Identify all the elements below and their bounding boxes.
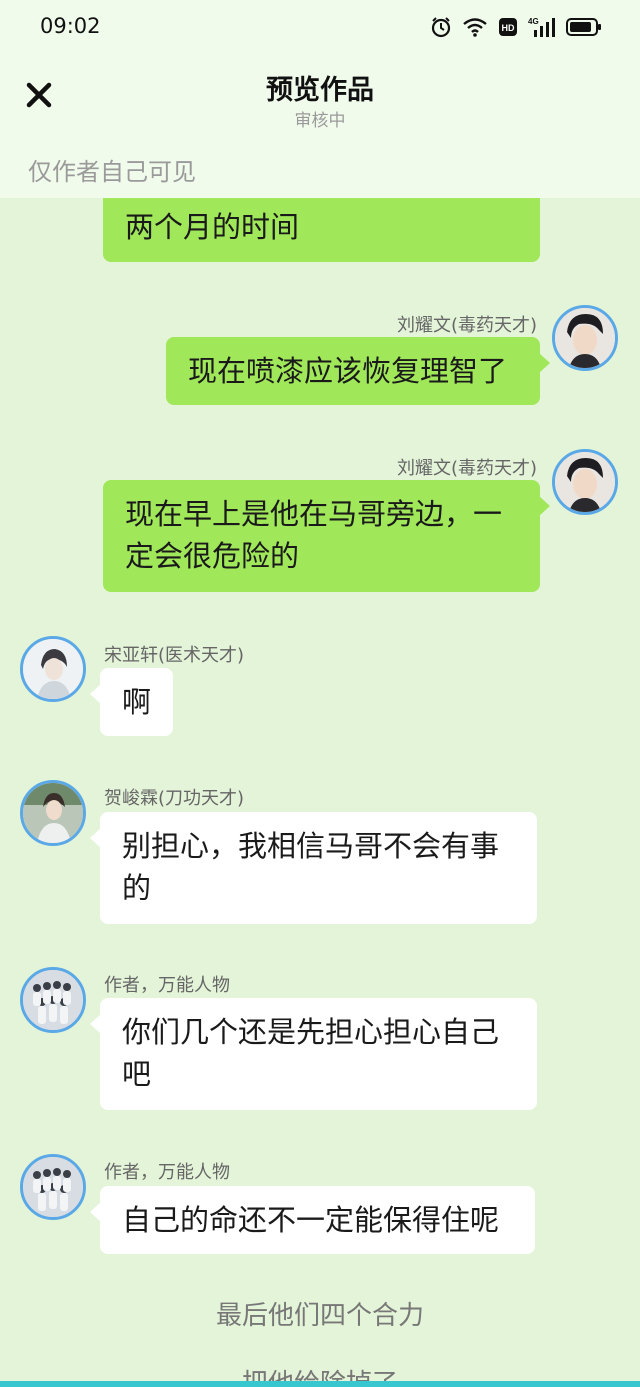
status-time: 09:02 — [40, 14, 101, 38]
message-bubble: 两个月的时间 — [103, 198, 540, 262]
avatar[interactable] — [20, 636, 86, 702]
alarm-icon — [431, 17, 451, 38]
message-text: 你们几个还是先担心担心自己吧 — [122, 1015, 500, 1091]
avatar[interactable] — [20, 1154, 86, 1220]
sender-name: 作者，万能人物 — [104, 1162, 230, 1183]
sender-name: 宋亚轩(医术天才) — [104, 645, 245, 666]
message-text: 自己的命还不一定能保得住呢 — [122, 1203, 500, 1237]
sender-name: 贺峻霖(刀功天才) — [104, 788, 245, 809]
avatar[interactable] — [20, 967, 86, 1033]
narration-line: 最后他们四个合力 — [215, 1301, 424, 1331]
message-bubble: 别担心，我相信马哥不会有事的 — [90, 812, 537, 924]
message-text: 现在喷漆应该恢复理智了 — [188, 354, 508, 388]
message-bubble: 现在早上是他在马哥旁边，一定会很危险的 — [103, 480, 550, 592]
message-text: 啊 — [122, 685, 152, 719]
message-text: 两个月的时间 — [125, 210, 300, 244]
visibility-note: 仅作者自己可见 — [28, 158, 196, 186]
sender-name: 刘耀文(毒药天才) — [396, 458, 537, 479]
battery-icon — [566, 18, 601, 36]
hd-icon: HD — [499, 18, 517, 36]
avatar[interactable] — [20, 780, 86, 846]
sender-name: 刘耀文(毒药天才) — [396, 315, 537, 336]
message-bubble: 现在喷漆应该恢复理智了 — [166, 337, 550, 405]
status-icons: HD 4G — [430, 16, 602, 38]
wifi-icon — [463, 18, 487, 37]
avatar[interactable] — [552, 305, 618, 371]
page-title: 预览作品 — [266, 75, 374, 106]
chat-area[interactable]: 两个月的时间 刘耀文(毒药天才) 现在喷漆应该恢复理智了 刘耀文(毒药天才) 现… — [0, 198, 640, 1387]
svg-text:HD: HD — [502, 23, 515, 33]
message-text: 现在早上是他在马哥旁边，一定会很危险的 — [125, 497, 503, 573]
sender-name: 作者，万能人物 — [104, 975, 230, 996]
svg-text:4G: 4G — [528, 17, 539, 26]
header: 预览作品 审核中 仅作者自己可见 — [0, 56, 640, 198]
message-bubble: 你们几个还是先担心担心自己吧 — [90, 998, 537, 1110]
avatar[interactable] — [552, 449, 618, 515]
review-status: 审核中 — [294, 111, 346, 131]
message-bubble: 自己的命还不一定能保得住呢 — [90, 1186, 535, 1254]
4g-signal-icon: 4G — [528, 17, 555, 37]
bottom-accent-bar — [0, 1381, 640, 1387]
status-bar: 09:02 HD 4G — [0, 0, 640, 56]
message-text: 别担心，我相信马哥不会有事的 — [122, 829, 500, 905]
message-bubble: 啊 — [90, 668, 173, 736]
